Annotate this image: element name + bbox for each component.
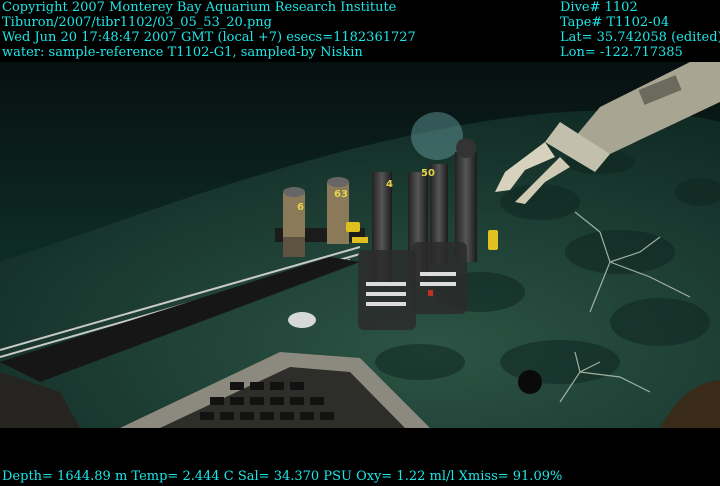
underwater-scene: 6 63 4 50 bbox=[0, 62, 720, 428]
sampler-label-3: 4 bbox=[386, 179, 393, 190]
sampler-label-1: 6 bbox=[297, 202, 304, 213]
underwater-image-frame: 6 63 4 50 Copyright 2007 Monterey Bay Aq… bbox=[0, 0, 720, 486]
sampler-mid bbox=[327, 177, 349, 244]
longitude-text: Lon= -122.717385 bbox=[560, 45, 683, 60]
tape-number: Tape# T1102-04 bbox=[560, 15, 670, 30]
white-float bbox=[288, 312, 316, 328]
sensor-readout: Depth= 1644.89 m Temp= 2.444 C Sal= 34.3… bbox=[2, 469, 563, 484]
sea-urchin bbox=[518, 370, 542, 394]
image-file-path: Tiburon/2007/tibr1102/03_05_53_20.png bbox=[2, 15, 272, 30]
latitude-text: Lat= 35.742058 (edited) bbox=[560, 30, 720, 45]
copyright-text: Copyright 2007 Monterey Bay Aquarium Res… bbox=[2, 0, 397, 15]
sample-reference-text: water: sample-reference T1102-G1, sample… bbox=[2, 45, 363, 60]
sampler-label-4: 50 bbox=[421, 168, 435, 179]
dive-number: Dive# 1102 bbox=[560, 0, 638, 15]
sampler-label-2: 63 bbox=[334, 189, 348, 200]
sampler-left bbox=[283, 187, 305, 257]
timestamp-text: Wed Jun 20 17:48:47 2007 GMT (local +7) … bbox=[2, 30, 416, 45]
